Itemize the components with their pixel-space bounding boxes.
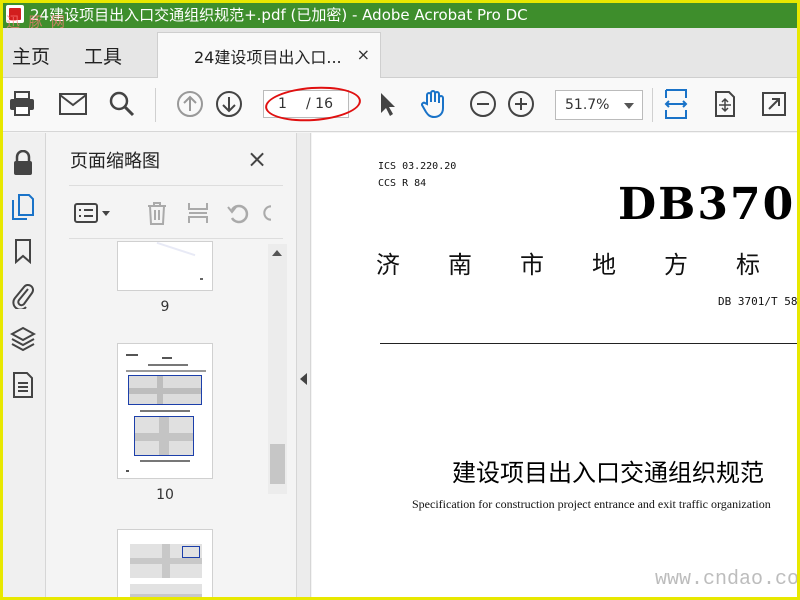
- document-tab-label: 24建设项目出入口...: [194, 47, 342, 67]
- document-title-cn: 建设项目出入口交通组织规范: [452, 459, 764, 487]
- collapse-arrow-icon[interactable]: [300, 373, 307, 385]
- scroll-up-icon[interactable]: [272, 250, 282, 256]
- document-title-en: Specification for construction project e…: [412, 497, 771, 511]
- page-thumbnail-10[interactable]: [117, 343, 213, 479]
- lock-icon[interactable]: [9, 149, 37, 177]
- scrollbar-thumb[interactable]: [270, 444, 285, 484]
- thumbnail-label-10: 10: [156, 487, 174, 503]
- page-number-field[interactable]: 1 / 16: [263, 90, 349, 118]
- panel-title: 页面缩略图: [70, 151, 160, 172]
- layers-icon[interactable]: [9, 325, 37, 353]
- chevron-down-icon: [624, 103, 634, 109]
- page-current[interactable]: 1: [278, 96, 287, 112]
- tab-tools[interactable]: 工具: [84, 42, 122, 69]
- zoom-value: 51.7%: [565, 97, 610, 113]
- page-thumbnail-9[interactable]: [117, 241, 213, 291]
- rotate-clockwise-icon[interactable]: [261, 200, 281, 226]
- window-title: 24建设项目出入口交通组织规范+.pdf (已加密) - Adobe Acrob…: [30, 5, 528, 24]
- hand-tool-icon[interactable]: [418, 88, 450, 120]
- extract-pages-icon[interactable]: [184, 200, 212, 226]
- page-total: / 16: [306, 96, 333, 112]
- standard-type: 济南市地方标: [376, 251, 800, 279]
- nav-tabs-row: 主页 工具 24建设项目出入口... ×: [0, 28, 800, 78]
- zoom-in-icon[interactable]: [505, 88, 537, 120]
- toolbar-divider: [652, 88, 653, 122]
- next-page-icon[interactable]: [213, 88, 245, 120]
- fit-width-icon[interactable]: [660, 88, 692, 120]
- zoom-dropdown[interactable]: 51.7%: [555, 90, 643, 120]
- thumbnail-list: 9 10: [69, 241, 269, 600]
- search-icon[interactable]: [106, 88, 138, 120]
- mail-icon[interactable]: [57, 88, 89, 120]
- close-tab-icon[interactable]: ×: [357, 45, 370, 64]
- left-icon-rail: [0, 133, 46, 600]
- pdf-page: ICS 03.220.20 CCS R 84 DB3701 济南市地方标 DB …: [312, 133, 800, 600]
- toolbar: 1 / 16 51.7%: [0, 78, 800, 132]
- document-view[interactable]: ICS 03.220.20 CCS R 84 DB3701 济南市地方标 DB …: [312, 133, 800, 600]
- thumbnail-scrollbar[interactable]: [268, 244, 287, 494]
- title-bar: 24建设项目出入口交通组织规范+.pdf (已加密) - Adobe Acrob…: [0, 0, 800, 28]
- bookmark-icon[interactable]: [9, 237, 37, 265]
- rotate-view-icon[interactable]: [709, 88, 741, 120]
- print-icon[interactable]: [6, 88, 38, 120]
- document-icon[interactable]: [9, 371, 37, 399]
- toolbar-divider: [155, 88, 156, 122]
- close-icon[interactable]: ×: [247, 145, 267, 173]
- pages-icon[interactable]: [9, 193, 37, 221]
- prev-page-icon[interactable]: [174, 88, 206, 120]
- document-tab[interactable]: 24建设项目出入口... ×: [157, 32, 381, 78]
- watermark-bottom-right: www.cndao.com: [655, 568, 800, 591]
- thumbnail-label-9: 9: [160, 299, 170, 315]
- divider-line: [380, 343, 800, 344]
- thumbnail-options-icon[interactable]: [73, 200, 113, 226]
- ics-code: ICS 03.220.20: [378, 161, 457, 172]
- zoom-out-icon[interactable]: [467, 88, 499, 120]
- tab-home[interactable]: 主页: [12, 42, 50, 69]
- thumbnail-toolbar: [69, 185, 283, 239]
- rotate-counterclockwise-icon[interactable]: [224, 200, 252, 226]
- document-number: DB 3701/T 58: [718, 295, 798, 308]
- panel-collapse-handle[interactable]: [297, 133, 311, 600]
- attachment-icon[interactable]: [9, 281, 37, 309]
- page-thumbnail-11[interactable]: [117, 529, 213, 600]
- trash-icon[interactable]: [143, 200, 171, 226]
- fullscreen-icon[interactable]: [758, 88, 790, 120]
- select-cursor-icon[interactable]: [370, 88, 402, 120]
- standard-code: DB3701: [618, 179, 800, 230]
- ccs-code: CCS R 84: [378, 178, 427, 189]
- page-thumbnails-panel: 页面缩略图 × 9 10: [47, 133, 297, 600]
